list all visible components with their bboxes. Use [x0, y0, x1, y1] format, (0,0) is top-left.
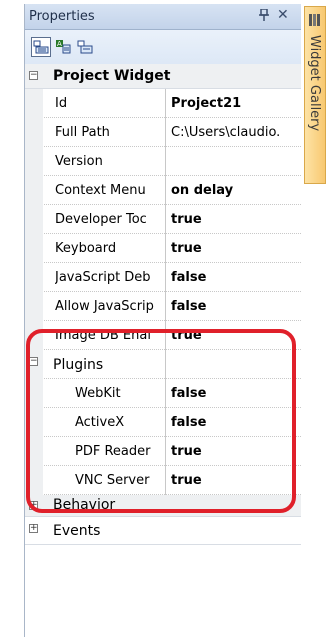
property-name: Image DB Enal: [55, 328, 151, 343]
property-row-javascript-debug[interactable]: JavaScript Deb false: [25, 263, 301, 292]
property-name: JavaScript Deb: [55, 270, 151, 285]
category-label: Project Widget: [53, 68, 171, 84]
close-icon[interactable]: ✕: [277, 7, 289, 23]
left-margin: [0, 0, 24, 637]
property-name: Keyboard: [55, 241, 117, 256]
alphabetical-view-icon: A: [55, 39, 71, 55]
property-grid: − Project Widget Id Project21 Full Path …: [25, 64, 301, 545]
category-plugins[interactable]: − Plugins: [25, 350, 301, 379]
category-behavior[interactable]: + Behavior: [25, 495, 301, 517]
property-row-id[interactable]: Id Project21: [25, 89, 301, 118]
category-events[interactable]: + Events: [25, 517, 301, 545]
property-row-keyboard[interactable]: Keyboard true: [25, 234, 301, 263]
properties-panel: Properties ✕ A − Project Widget Id Proje…: [24, 4, 301, 637]
property-value[interactable]: on delay: [171, 183, 299, 198]
property-row-version[interactable]: Version: [25, 147, 301, 176]
property-value[interactable]: true: [171, 444, 299, 459]
property-value[interactable]: true: [171, 212, 299, 227]
property-value[interactable]: true: [171, 328, 299, 343]
property-name: Version: [55, 154, 103, 169]
panel-title: Properties: [29, 9, 95, 24]
property-value[interactable]: C:\Users\claudio.: [171, 125, 299, 140]
alphabetical-view-button[interactable]: A: [53, 37, 73, 57]
property-row-pdf-reader[interactable]: PDF Reader true: [25, 437, 301, 466]
property-value[interactable]: true: [171, 241, 299, 256]
property-name: Full Path: [55, 125, 110, 140]
property-value[interactable]: true: [171, 473, 299, 488]
property-toolbar: A: [25, 30, 301, 64]
property-name: ActiveX: [75, 415, 125, 430]
property-value[interactable]: Project21: [171, 96, 299, 111]
property-row-allow-javascript[interactable]: Allow JavaScrip false: [25, 292, 301, 321]
pin-icon[interactable]: [259, 8, 269, 24]
property-value[interactable]: false: [171, 299, 299, 314]
property-pages-icon: [77, 39, 93, 55]
property-row-activex[interactable]: ActiveX false: [25, 408, 301, 437]
property-name: VNC Server: [75, 473, 150, 488]
category-label: Plugins: [53, 357, 104, 373]
property-name: WebKit: [75, 386, 121, 401]
categorized-view-button[interactable]: [31, 37, 51, 57]
collapse-toggle-icon[interactable]: −: [29, 357, 38, 366]
property-value[interactable]: false: [171, 415, 299, 430]
property-name: Developer Toc: [55, 212, 147, 227]
svg-text:A: A: [57, 40, 62, 48]
widget-gallery-tab[interactable]: Widget Gallery: [304, 6, 326, 184]
expand-toggle-icon[interactable]: +: [29, 501, 38, 510]
category-project-widget[interactable]: − Project Widget: [25, 64, 301, 89]
property-value[interactable]: false: [171, 270, 299, 285]
property-row-developer-tools[interactable]: Developer Toc true: [25, 205, 301, 234]
widget-gallery-icon: [308, 13, 322, 27]
categorized-view-icon: [33, 39, 49, 55]
expand-toggle-icon[interactable]: +: [29, 524, 38, 533]
property-row-image-db-enabled[interactable]: Image DB Enal true: [25, 321, 301, 350]
category-label: Behavior: [53, 497, 116, 513]
property-name: PDF Reader: [75, 444, 151, 459]
property-row-full-path[interactable]: Full Path C:\Users\claudio.: [25, 118, 301, 147]
property-name: Id: [55, 96, 68, 111]
property-name: Context Menu: [55, 183, 146, 198]
property-pages-button[interactable]: [75, 37, 95, 57]
property-row-webkit[interactable]: WebKit false: [25, 379, 301, 408]
property-row-context-menu[interactable]: Context Menu on delay: [25, 176, 301, 205]
panel-title-bar: Properties ✕: [25, 4, 301, 30]
property-name: Allow JavaScrip: [55, 299, 154, 314]
category-label: Events: [53, 523, 101, 539]
collapse-toggle-icon[interactable]: −: [29, 71, 38, 80]
property-row-vnc-server[interactable]: VNC Server true: [25, 466, 301, 495]
property-value[interactable]: false: [171, 386, 299, 401]
widget-gallery-label: Widget Gallery: [307, 35, 322, 132]
